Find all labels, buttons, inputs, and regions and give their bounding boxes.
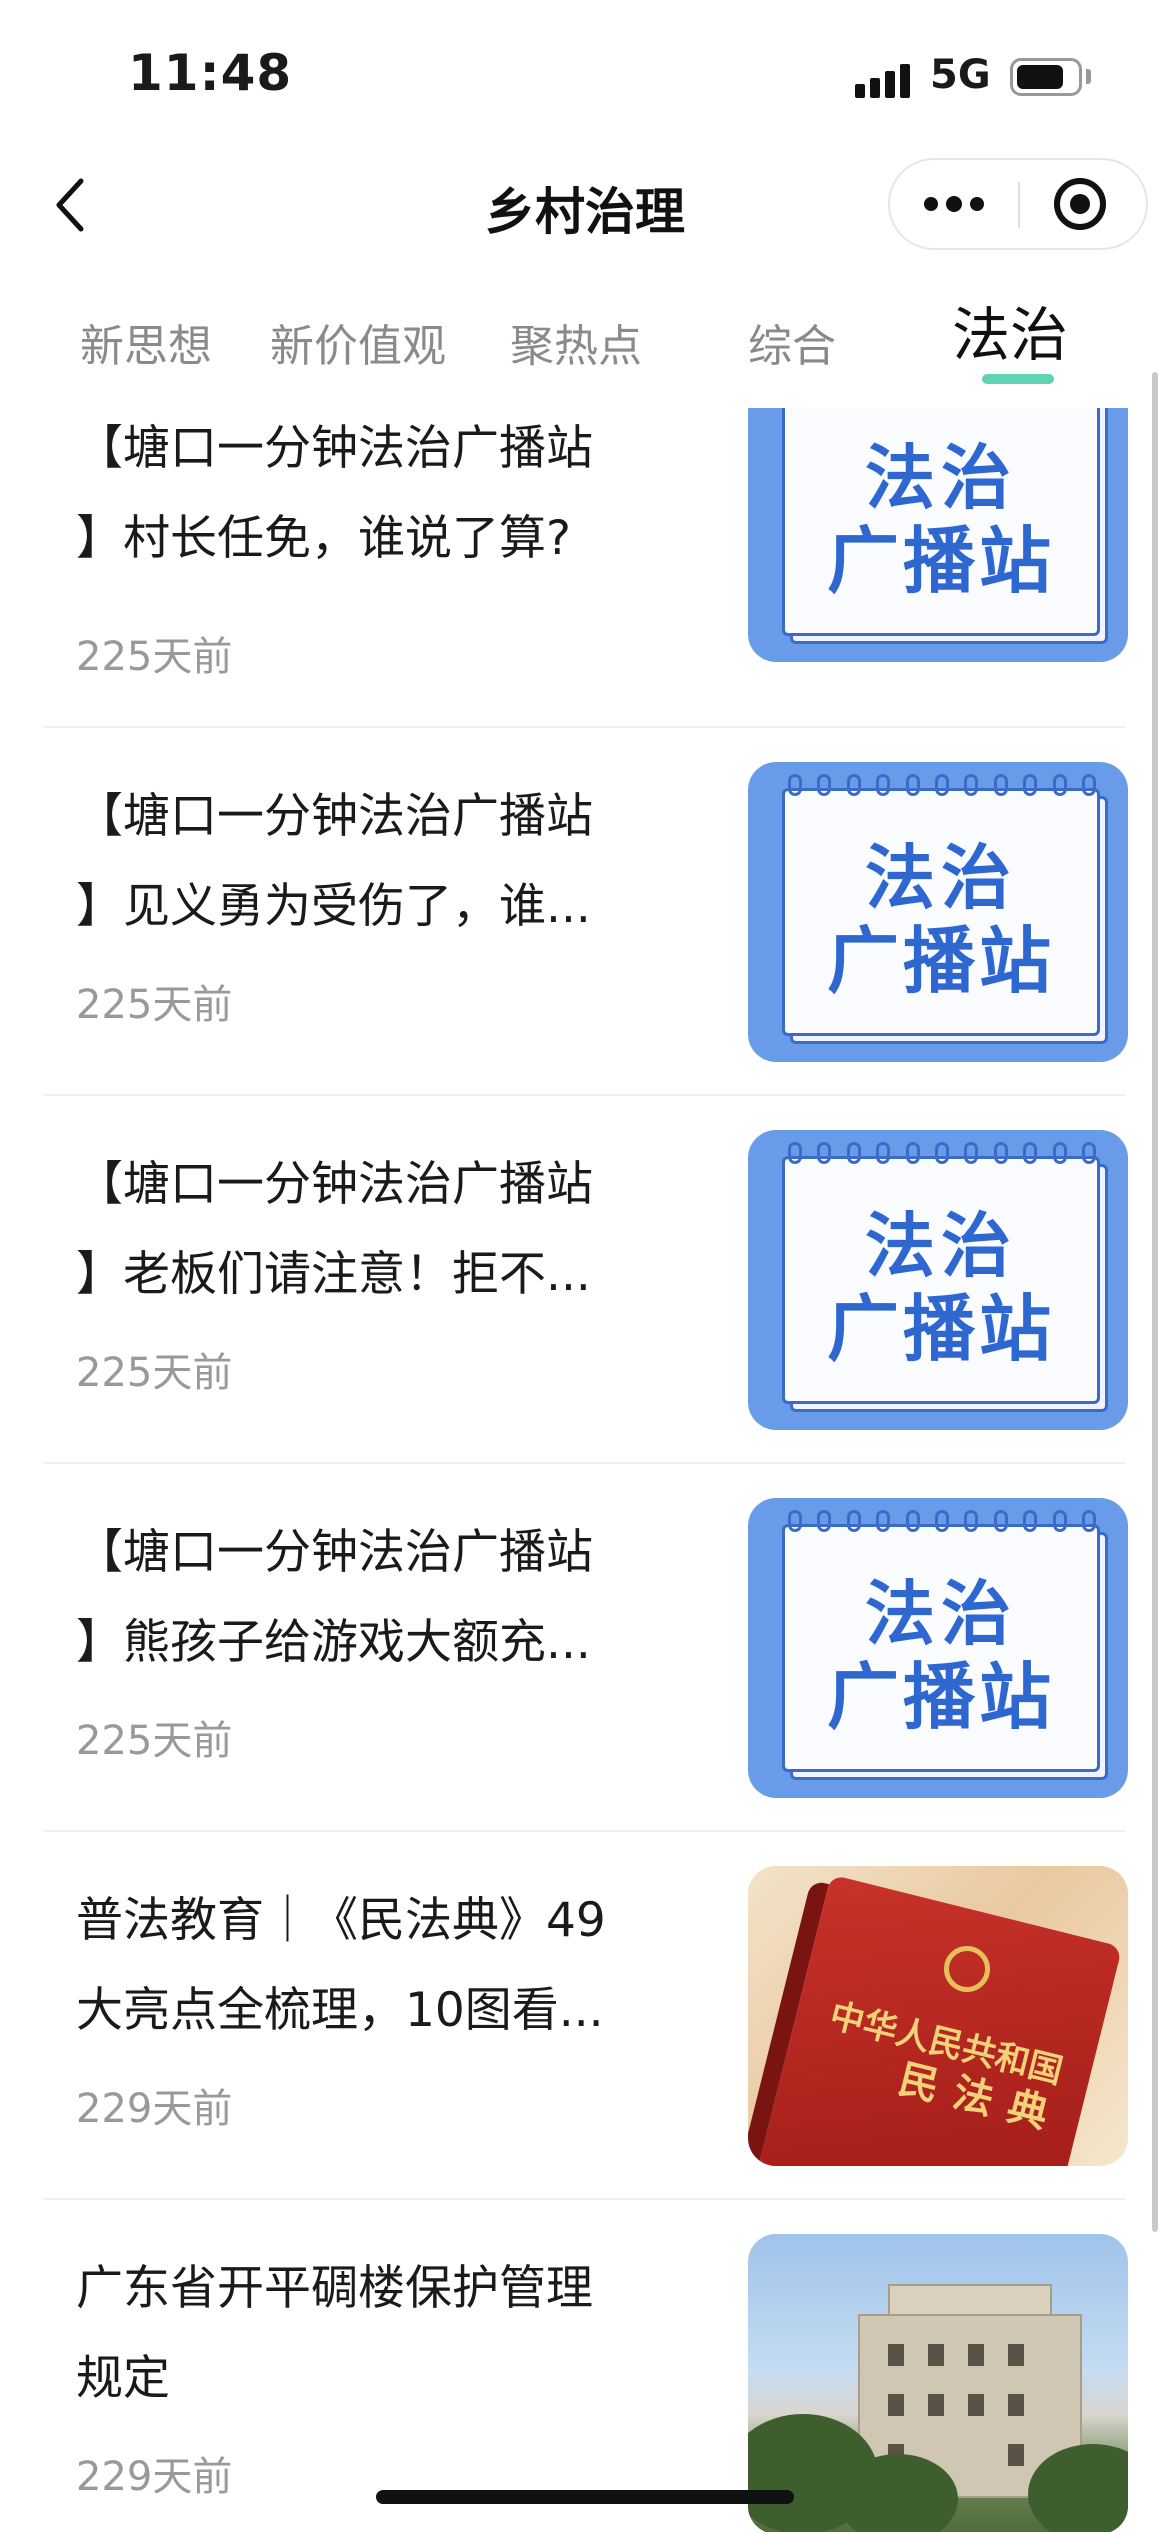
tab-hot-topics[interactable]: 聚热点 bbox=[510, 310, 642, 374]
article-title: 【塘口一分钟法治广播站 】熊孩子给游戏大额充... bbox=[76, 1525, 593, 1670]
status-bar: 11:48 5G bbox=[0, 0, 1170, 150]
tab-new-values[interactable]: 新价值观 bbox=[270, 310, 446, 374]
battery-cap bbox=[1086, 69, 1091, 84]
list-item[interactable]: 普法教育｜《民法典》49 大亮点全梳理，10图看... 229天前 中华人民共和… bbox=[44, 1832, 1128, 2200]
tab-new-thought[interactable]: 新思想 bbox=[80, 310, 212, 374]
target-icon[interactable] bbox=[1054, 178, 1106, 230]
battery-icon bbox=[1010, 58, 1082, 96]
capsule-divider bbox=[1018, 182, 1020, 228]
tab-rule-of-law[interactable]: 法治 bbox=[952, 288, 1068, 372]
mini-program-capsule bbox=[888, 158, 1148, 250]
article-title: 【塘口一分钟法治广播站 】村长任免，谁说了算? bbox=[76, 421, 593, 566]
tab-general[interactable]: 综合 bbox=[748, 310, 836, 374]
category-tabs: 新思想 新价值观 聚热点 综合 法治 bbox=[0, 280, 1170, 390]
article-date: 225天前 bbox=[76, 1718, 233, 1764]
signal-icon bbox=[855, 62, 915, 98]
article-list: 【塘口一分钟法治广播站 】村长任免，谁说了算? 225天前 法治 广播站 【塘口… bbox=[0, 408, 1170, 2532]
list-item[interactable]: 广东省开平碉楼保护管理 规定 229天前 bbox=[44, 2200, 1128, 2532]
active-tab-indicator bbox=[982, 374, 1054, 384]
article-title: 普法教育｜《民法典》49 大亮点全梳理，10图看... bbox=[76, 1893, 606, 2038]
list-item[interactable]: 【塘口一分钟法治广播站 】村长任免，谁说了算? 225天前 法治 广播站 bbox=[44, 408, 1128, 728]
list-item[interactable]: 【塘口一分钟法治广播站 】老板们请注意！拒不... 225天前 法治 广播站 bbox=[44, 1096, 1128, 1464]
article-date: 225天前 bbox=[76, 982, 233, 1028]
article-date: 225天前 bbox=[76, 634, 233, 680]
list-item[interactable]: 【塘口一分钟法治广播站 】熊孩子给游戏大额充... 225天前 法治 广播站 bbox=[44, 1464, 1128, 1832]
status-time: 11:48 bbox=[128, 44, 293, 102]
more-icon[interactable] bbox=[890, 160, 1018, 248]
article-date: 229天前 bbox=[76, 2454, 233, 2500]
article-thumbnail: 法治 广播站 bbox=[748, 1498, 1128, 1798]
article-thumbnail: 法治 广播站 bbox=[748, 1130, 1128, 1430]
home-indicator[interactable] bbox=[376, 2490, 794, 2504]
article-date: 229天前 bbox=[76, 2086, 233, 2132]
article-thumbnail bbox=[748, 2234, 1128, 2532]
list-item[interactable]: 【塘口一分钟法治广播站 】见义勇为受伤了，谁... 225天前 法治 广播站 bbox=[44, 728, 1128, 1096]
national-emblem-icon bbox=[944, 1946, 990, 1992]
article-title: 【塘口一分钟法治广播站 】见义勇为受伤了，谁... bbox=[76, 789, 593, 934]
article-thumbnail: 法治 广播站 bbox=[748, 408, 1128, 662]
article-date: 225天前 bbox=[76, 1350, 233, 1396]
article-title: 【塘口一分钟法治广播站 】老板们请注意！拒不... bbox=[76, 1157, 593, 1302]
article-thumbnail: 中华人民共和国 民法典 bbox=[748, 1866, 1128, 2166]
article-thumbnail: 法治 广播站 bbox=[748, 762, 1128, 1062]
article-title: 广东省开平碉楼保护管理 规定 bbox=[76, 2261, 593, 2406]
network-label: 5G bbox=[930, 52, 991, 98]
nav-bar: 乡村治理 bbox=[0, 150, 1170, 270]
